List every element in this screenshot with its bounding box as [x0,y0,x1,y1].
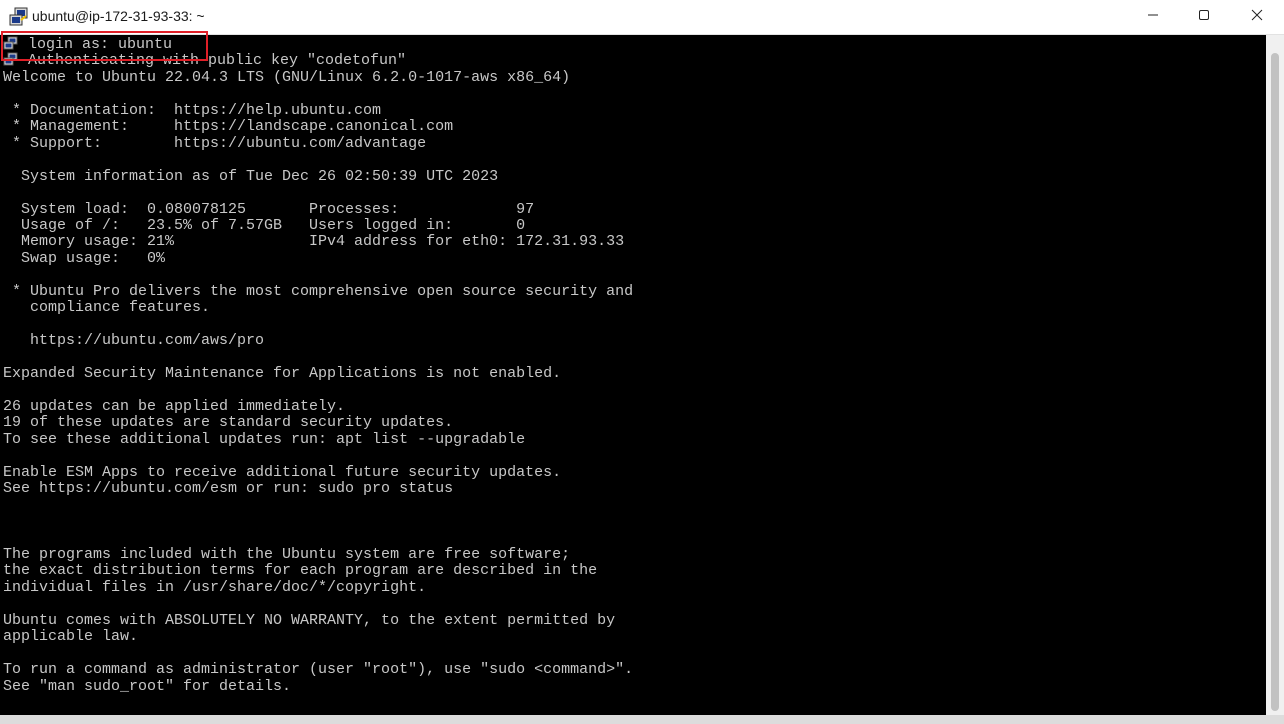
terminal-line: * Ubuntu Pro delivers the most comprehen… [3,283,634,300]
terminal-line: the exact distribution terms for each pr… [3,562,598,579]
scrollbar-thumb[interactable] [1271,53,1279,711]
window-title: ubuntu@ip-172-31-93-33: ~ [32,8,205,24]
terminal-line: See https://ubuntu.com/esm or run: sudo … [3,480,454,497]
maximize-icon [1198,8,1210,26]
close-button[interactable] [1230,0,1284,34]
terminal-line: * Support: https://ubuntu.com/advantage [3,135,427,152]
terminal-line: Expanded Security Maintenance for Applic… [3,365,562,382]
terminal-line: Memory usage: 21% IPv4 address for eth0:… [3,233,625,250]
terminal-line: To see these additional updates run: apt… [3,431,526,448]
putty-icon[interactable] [9,7,29,27]
terminal-scrollbar[interactable] [1266,35,1284,715]
close-icon [1251,8,1263,26]
terminal-line: applicable law. [3,628,139,645]
minimize-button[interactable] [1126,0,1180,34]
terminal-line: Ubuntu comes with ABSOLUTELY NO WARRANTY… [3,612,616,629]
minimize-icon [1147,8,1159,26]
terminal-line: The programs included with the Ubuntu sy… [3,546,571,563]
terminal-line: Usage of /: 23.5% of 7.57GB Users logged… [3,217,526,234]
terminal-area[interactable]: login as: ubuntu Authenticating with publ… [0,35,1266,715]
terminal-line: individual files in /usr/share/doc/*/cop… [3,579,427,596]
terminal-line: To run a command as administrator (user … [3,661,634,678]
terminal-line: https://ubuntu.com/aws/pro [3,332,265,349]
terminal-line: Swap usage: 0% [3,250,166,267]
terminal-line: compliance features. [3,299,211,316]
terminal-line: * Management: https://landscape.canonica… [3,118,454,135]
terminal-line: Welcome to Ubuntu 22.04.3 LTS (GNU/Linux… [3,69,571,86]
terminal-line: See "man sudo_root" for details. [3,678,292,695]
terminal-line: * Documentation: https://help.ubuntu.com [3,102,382,119]
terminal-line: Enable ESM Apps to receive additional fu… [3,464,562,481]
title-bar[interactable]: ubuntu@ip-172-31-93-33: ~ [0,0,1284,35]
maximize-button[interactable] [1177,0,1231,34]
terminal-line: System information as of Tue Dec 26 02:5… [3,168,499,185]
window-bottom-edge [0,715,1284,724]
terminal-line: 19 of these updates are standard securit… [3,414,454,431]
terminal-line: 26 updates can be applied immediately. [3,398,346,415]
terminal-line: System load: 0.080078125 Processes: 97 [3,201,535,218]
login-highlight-box [1,31,208,61]
putty-window: ubuntu@ip-172-31-93-33: ~ login as: ubun… [0,0,1284,724]
